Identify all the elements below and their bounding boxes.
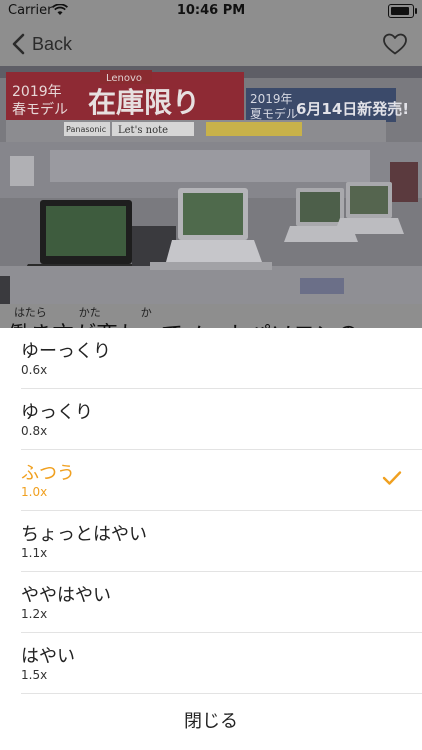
checkmark-icon [382,471,402,485]
speed-option-label: ふつう [21,463,75,484]
model-tag: Let's note [118,125,168,136]
speed-option[interactable]: ややはやい 1.2x [0,572,422,633]
speed-option[interactable]: ゆーっくり 0.6x [0,328,422,389]
sign1-year: 2019年 [12,84,62,100]
navigation-bar: Back [0,22,422,66]
speed-option-label: ちょっとはやい [21,524,147,545]
battery-icon [388,4,417,18]
speed-option-label: ややはやい [21,585,111,606]
status-time: 10:46 PM [176,3,246,18]
panasonic-tag: Panasonic [66,125,106,134]
back-button[interactable]: Back [10,30,72,58]
close-button[interactable]: 閉じる [0,694,422,750]
speed-option-rate: 1.0x [21,485,48,499]
laptop-center [166,188,262,262]
speed-option-rate: 0.8x [21,424,48,438]
sign1-season: 春モデル [12,101,68,118]
speed-option-label: ゆっくり [21,402,93,423]
sign2-year: 2019年 [250,92,293,106]
article-title: 働き方が変わってノートパソコンの [8,317,359,328]
speed-option-rate: 1.1x [21,546,48,560]
heart-icon[interactable] [382,32,408,56]
speed-option[interactable]: はやい 1.5x [0,633,422,694]
chevron-left-icon [12,33,25,55]
sign2-season: 夏モデル [250,106,298,121]
speed-option[interactable]: ちょっとはやい 1.1x [0,511,422,572]
brand-label: Lenovo [106,73,142,84]
speed-option[interactable]: ふつう 1.0x [0,450,422,511]
article-photo: 2019年 春モデル 在庫限り Lenovo 2019年 夏モデル 6月14日新… [0,66,422,304]
speed-option-label: ゆーっくり [21,341,111,362]
speed-option-label: はやい [21,646,75,667]
sign1-main: 在庫限り [88,86,200,119]
speed-selection-sheet: ゆーっくり 0.6x ゆっくり 0.8x ふつう 1.0x ちょっとはやい 1.1x ややはやい… [0,328,422,750]
speed-option-rate: 0.6x [21,363,48,377]
sign2-main: 6月14日新発売! [296,100,409,118]
speed-option[interactable]: ゆっくり 0.8x [0,389,422,450]
speed-option-rate: 1.5x [21,668,48,682]
store-scene-image: 2019年 春モデル 在庫限り Lenovo 2019年 夏モデル 6月14日新… [0,66,422,304]
article-title-band: はたら かた か 働き方が変わってノートパソコンの [0,304,422,328]
status-bar: Carrier 10:46 PM [0,0,422,22]
back-label: Back [32,33,73,54]
speed-option-rate: 1.2x [21,607,48,621]
